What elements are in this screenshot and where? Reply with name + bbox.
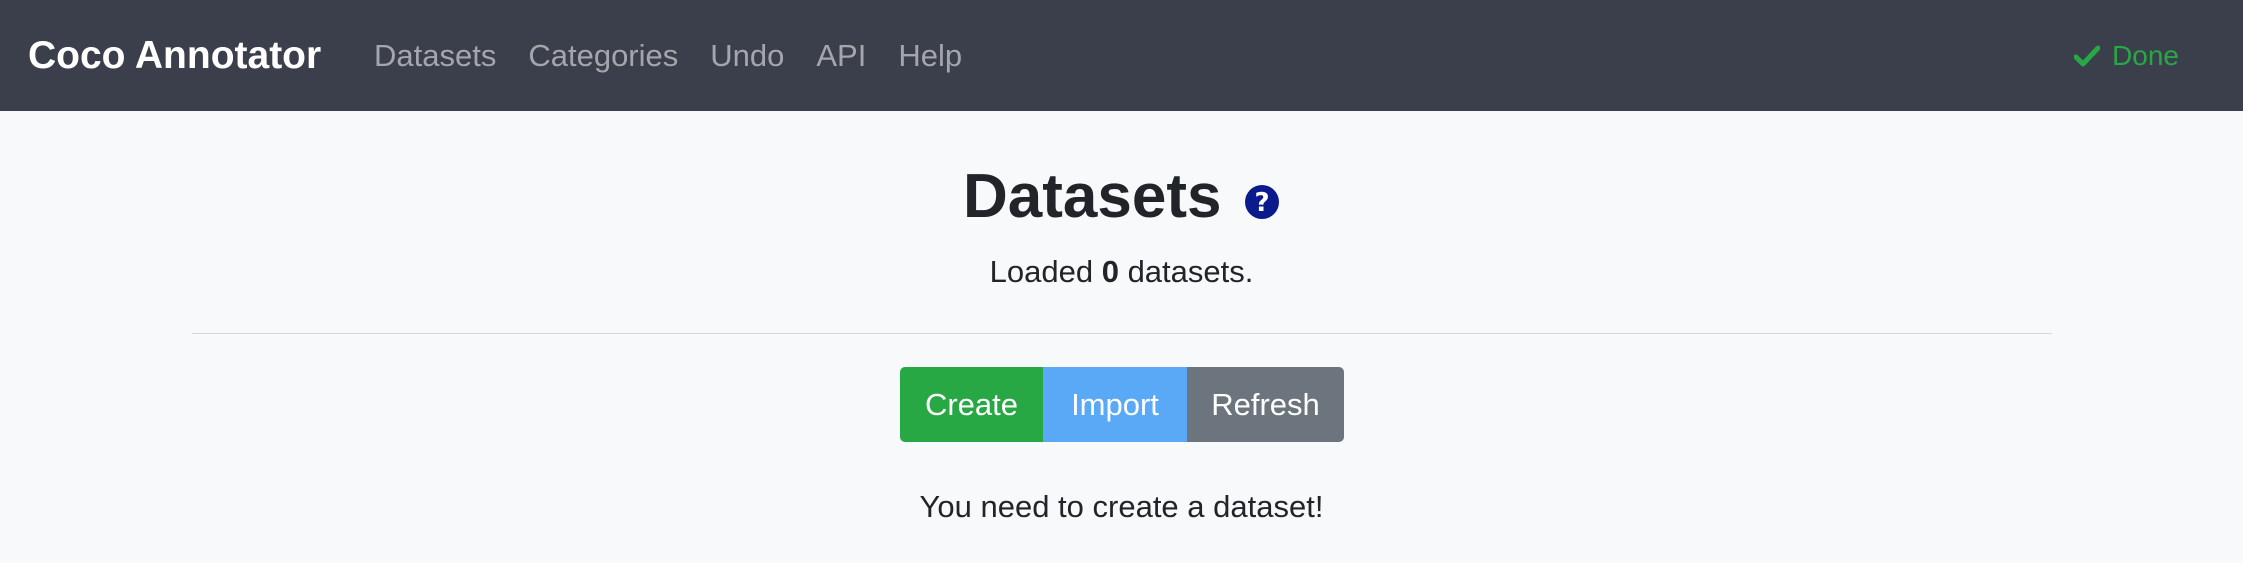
import-button[interactable]: Import: [1043, 367, 1187, 442]
dataset-actions: Create Import Refresh: [900, 367, 1344, 442]
nav-links: Datasets Categories Undo API Help: [374, 0, 994, 111]
question-circle-icon[interactable]: ?: [1244, 184, 1280, 220]
status-indicator: Done: [2074, 0, 2179, 111]
loaded-suffix: datasets.: [1127, 254, 1254, 289]
nav-link-categories[interactable]: Categories: [528, 38, 678, 74]
loaded-count: 0: [1101, 254, 1119, 289]
top-navbar: Coco Annotator Datasets Categories Undo …: [0, 0, 2243, 111]
empty-state-message: You need to create a dataset!: [919, 489, 1324, 524]
checkmark-icon: [2074, 45, 2101, 66]
page-title: Datasets: [963, 162, 1222, 231]
refresh-button[interactable]: Refresh: [1187, 367, 1344, 442]
app-brand[interactable]: Coco Annotator: [28, 0, 321, 111]
loaded-summary: Loaded 0 datasets.: [0, 254, 2243, 290]
nav-link-api[interactable]: API: [816, 38, 866, 74]
nav-link-datasets[interactable]: Datasets: [374, 38, 496, 74]
create-button[interactable]: Create: [900, 367, 1043, 442]
divider: [192, 333, 2052, 334]
status-label: Done: [2112, 39, 2179, 71]
nav-link-help[interactable]: Help: [898, 38, 962, 74]
loaded-prefix: Loaded: [989, 254, 1094, 289]
nav-link-undo[interactable]: Undo: [710, 38, 784, 74]
svg-text:?: ?: [1254, 188, 1269, 218]
title-row: Datasets ?: [0, 161, 2243, 232]
main-content: Datasets ? Loaded 0 datasets. Create Imp…: [0, 111, 2243, 563]
